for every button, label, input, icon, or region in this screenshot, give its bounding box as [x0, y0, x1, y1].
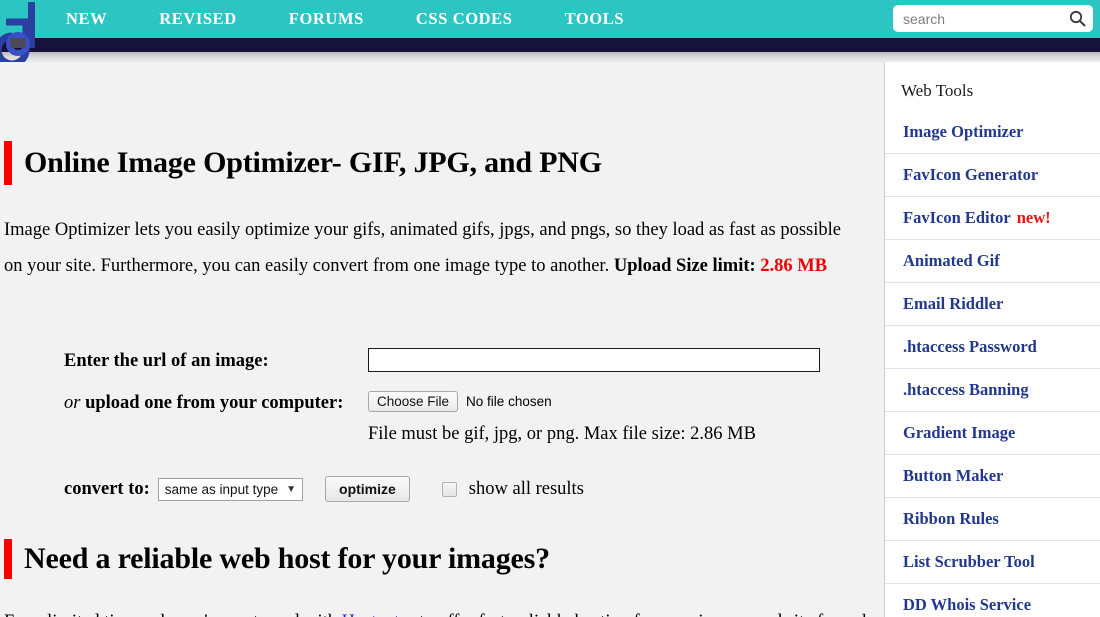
- file-status-text: No file chosen: [466, 394, 552, 409]
- upload-label: or upload one from your computer:: [64, 382, 368, 424]
- sidebar-title: Web Tools: [901, 81, 974, 100]
- sidebar-item-email-riddler[interactable]: Email Riddler: [885, 282, 1100, 325]
- title-accent-bar: [4, 141, 12, 185]
- sidebar-link-label[interactable]: Animated Gif: [903, 251, 1000, 270]
- intro-paragraph: Image Optimizer lets you easily optimize…: [4, 212, 856, 284]
- hostgator-link[interactable]: Hostgator: [342, 612, 415, 617]
- new-badge: new!: [1016, 208, 1051, 227]
- sidebar-item-gradient-image[interactable]: Gradient Image: [885, 411, 1100, 454]
- sidebar-list: Image Optimizer FavIcon Generator FavIco…: [885, 111, 1100, 617]
- convert-type-select[interactable]: same as input type ▼: [157, 477, 304, 501]
- promo-paragraph: For a limited time only, we've partnered…: [4, 604, 882, 617]
- upload-row: or upload one from your computer: Choose…: [64, 382, 864, 447]
- convert-to-label: convert to:: [64, 478, 150, 499]
- sidebar-link-label[interactable]: Gradient Image: [903, 423, 1015, 442]
- upload-size-limit: 2.86 MB: [760, 256, 828, 276]
- upload-label-rest: upload one from your computer:: [80, 393, 344, 413]
- header-dark-strip: [0, 38, 1100, 52]
- content-sidebar-divider: [884, 62, 885, 617]
- sidebar-link-label[interactable]: Ribbon Rules: [903, 509, 999, 528]
- search-input[interactable]: [893, 7, 1064, 30]
- sidebar-link-label[interactable]: FavIcon Generator: [903, 165, 1038, 184]
- magnifier-icon[interactable]: [1064, 5, 1090, 32]
- sidebar-item-favicon-editor[interactable]: FavIcon Editor new!: [885, 196, 1100, 239]
- sidebar-link-label[interactable]: Image Optimizer: [903, 122, 1024, 141]
- convert-row: convert to: same as input type ▼ optimiz…: [64, 476, 584, 502]
- sidebar: Web Tools Image Optimizer FavIcon Genera…: [885, 62, 1100, 617]
- header-shadow-strip: [0, 52, 1100, 62]
- url-field-wrap: [368, 340, 864, 372]
- sidebar-item-image-optimizer[interactable]: Image Optimizer: [885, 111, 1100, 153]
- url-label: Enter the url of an image:: [64, 351, 269, 371]
- promo-title-text: Need a reliable web host for your images…: [24, 542, 550, 575]
- optimizer-form: Enter the url of an image: or upload one…: [64, 340, 864, 447]
- show-all-results-wrap: show all results: [441, 478, 584, 500]
- sidebar-item-list-scrubber-tool[interactable]: List Scrubber Tool: [885, 540, 1100, 583]
- sidebar-link-label[interactable]: DD Whois Service: [903, 595, 1031, 614]
- page-title: Online Image Optimizer- GIF, JPG, and PN…: [0, 141, 602, 185]
- nav-item-tools[interactable]: TOOLS: [551, 9, 639, 29]
- sidebar-item-htaccess-banning[interactable]: .htaccess Banning: [885, 368, 1100, 411]
- choose-file-button[interactable]: Choose File: [368, 391, 459, 412]
- sidebar-link-label[interactable]: Email Riddler: [903, 294, 1003, 313]
- sidebar-item-animated-gif[interactable]: Animated Gif: [885, 239, 1100, 282]
- sidebar-item-ribbon-rules[interactable]: Ribbon Rules: [885, 497, 1100, 540]
- sidebar-item-favicon-generator[interactable]: FavIcon Generator: [885, 153, 1100, 196]
- image-url-input[interactable]: [368, 348, 820, 372]
- file-input: Choose File No file chosen: [368, 391, 864, 412]
- nav-item-revised[interactable]: REVISED: [145, 9, 251, 29]
- sidebar-link-label[interactable]: Button Maker: [903, 466, 1003, 485]
- search-box: [893, 5, 1093, 32]
- sidebar-item-dd-whois-service[interactable]: DD Whois Service: [885, 583, 1100, 617]
- nav-item-forums[interactable]: FORUMS: [275, 9, 378, 29]
- show-all-results-checkbox[interactable]: [441, 481, 457, 497]
- sidebar-link-label[interactable]: FavIcon Editor: [903, 208, 1011, 227]
- url-row: Enter the url of an image:: [64, 340, 864, 382]
- nav-item-new[interactable]: NEW: [52, 9, 121, 29]
- nav-item-css-codes[interactable]: CSS CODES: [402, 9, 527, 29]
- upload-field-wrap: Choose File No file chosen File must be …: [368, 382, 864, 447]
- sidebar-link-label[interactable]: List Scrubber Tool: [903, 552, 1035, 571]
- show-all-results-label: show all results: [468, 478, 584, 499]
- sidebar-item-htaccess-password[interactable]: .htaccess Password: [885, 325, 1100, 368]
- promo-accent-bar: [4, 539, 12, 579]
- upload-size-label: Upload Size limit:: [613, 256, 761, 276]
- sidebar-link-label[interactable]: .htaccess Password: [903, 337, 1037, 356]
- page-root: NEW REVISED FORUMS CSS CODES TOOLS Onlin…: [0, 0, 1100, 617]
- main-content: Online Image Optimizer- GIF, JPG, and PN…: [0, 62, 884, 617]
- main-navigation: NEW REVISED FORUMS CSS CODES TOOLS: [52, 0, 638, 38]
- promo-title: Need a reliable web host for your images…: [0, 539, 550, 579]
- upload-label-or: or: [64, 393, 81, 413]
- convert-type-value: same as input type: [164, 481, 279, 497]
- file-requirements-note: File must be gif, jpg, or png. Max file …: [368, 424, 756, 444]
- optimize-button[interactable]: optimize: [325, 476, 410, 502]
- sidebar-link-label[interactable]: .htaccess Banning: [903, 380, 1029, 399]
- page-title-text: Online Image Optimizer- GIF, JPG, and PN…: [24, 146, 602, 179]
- letter-d-logo[interactable]: [0, 0, 48, 68]
- sidebar-item-button-maker[interactable]: Button Maker: [885, 454, 1100, 497]
- promo-text-1: For a limited time only, we've partnered…: [4, 612, 342, 617]
- chevron-down-icon: ▼: [286, 483, 297, 495]
